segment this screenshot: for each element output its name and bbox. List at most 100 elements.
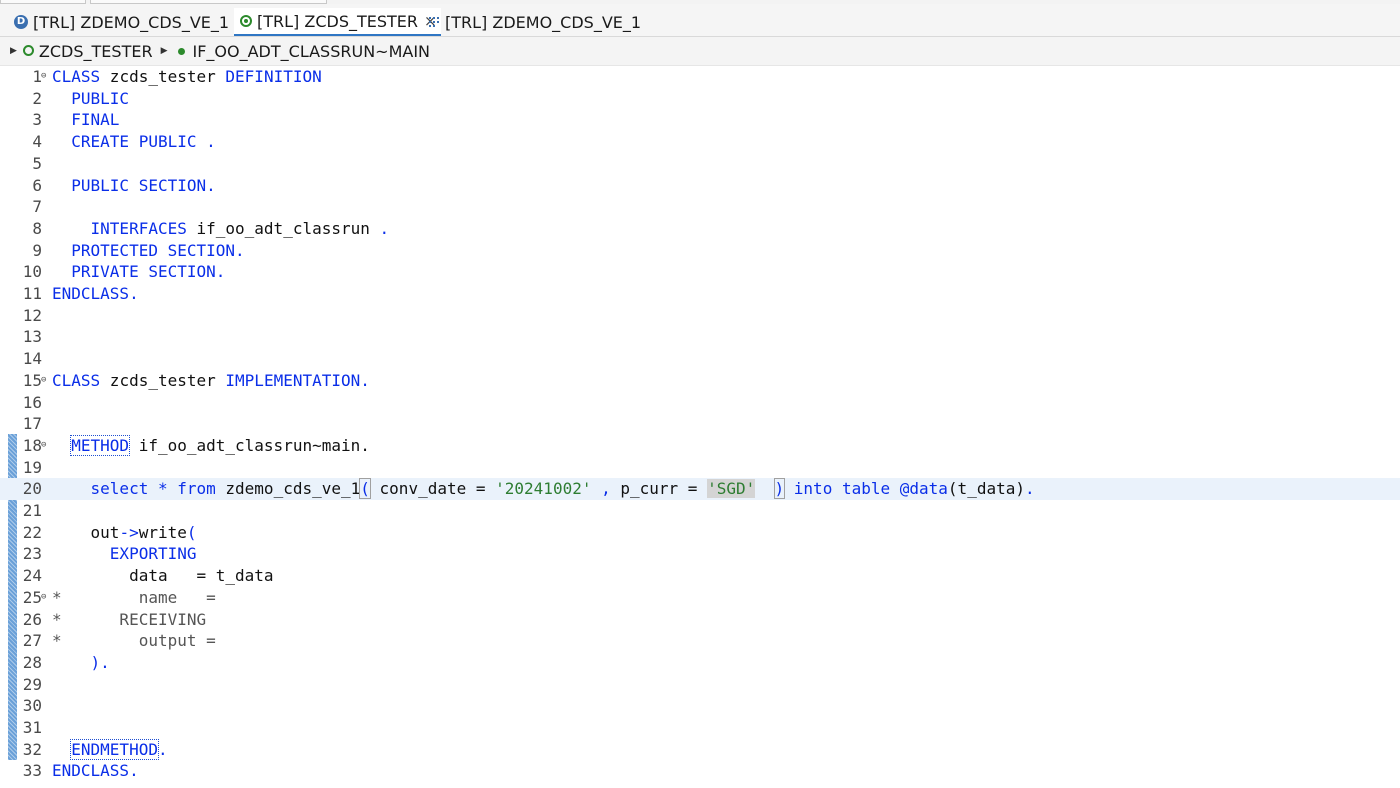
code-line[interactable]: 12 — [0, 305, 1400, 327]
class-icon — [240, 15, 252, 27]
code-text: PRIVATE SECTION. — [52, 261, 225, 283]
code-token: zcds_tester — [100, 67, 226, 86]
line-number: 18 — [22, 435, 42, 455]
code-line[interactable]: 17 — [0, 413, 1400, 435]
code-line[interactable]: 11 ENDCLASS. — [0, 283, 1400, 305]
code-line[interactable]: 7 — [0, 196, 1400, 218]
code-token: PUBLIC — [52, 88, 130, 108]
code-line[interactable]: 13 — [0, 326, 1400, 348]
code-line[interactable]: 21 — [0, 500, 1400, 522]
code-line[interactable]: 33 ENDCLASS. — [0, 760, 1400, 782]
code-token: data — [909, 479, 948, 499]
code-line[interactable]: 15 ⊖ CLASS zcds_tester IMPLEMENTATION. — [0, 370, 1400, 392]
code-text: ). — [52, 652, 110, 674]
line-number: 17 — [22, 414, 42, 434]
breadcrumb-method[interactable]: IF_OO_ADT_CLASSRUN~MAIN — [193, 42, 431, 61]
code-token: EXPORTING — [52, 544, 197, 564]
code-line[interactable]: 9 PROTECTED SECTION. — [0, 240, 1400, 262]
code-line[interactable]: 14 — [0, 348, 1400, 370]
code-token: * output = — [52, 631, 216, 651]
code-line[interactable]: 30 — [0, 695, 1400, 717]
data-preview-icon — [428, 16, 440, 28]
code-line[interactable]: 32 ENDMETHOD. — [0, 738, 1400, 761]
line-number: 10 — [22, 262, 42, 282]
code-line[interactable]: 28 ). — [0, 652, 1400, 674]
code-line[interactable]: 29 — [0, 674, 1400, 696]
line-number: 33 — [22, 761, 42, 781]
breadcrumb-arrow-icon[interactable]: ▶ — [161, 46, 168, 56]
code-text: METHOD if_oo_adt_classrun~main. — [52, 434, 370, 457]
code-token: FINAL — [52, 110, 120, 130]
abap-editor-window: D [TRL] ZDEMO_CDS_VE_1 [TRL] ZCDS_TESTER… — [0, 0, 1400, 788]
breadcrumb-arrow-icon[interactable]: ▶ — [10, 46, 17, 56]
line-number: 16 — [22, 392, 42, 412]
code-line[interactable]: 26 * RECEIVING — [0, 609, 1400, 631]
code-token: ENDMETHOD — [70, 738, 159, 760]
code-text: ENDMETHOD. — [52, 738, 168, 761]
line-number: 13 — [22, 327, 42, 347]
code-token: if_oo_adt_classrun — [186, 218, 380, 238]
code-line[interactable]: 3 FINAL — [0, 109, 1400, 131]
code-text: CLASS zcds_tester DEFINITION — [52, 66, 322, 88]
line-number: 11 — [22, 284, 42, 303]
code-line[interactable]: 10 PRIVATE SECTION. — [0, 261, 1400, 283]
code-token: * RECEIVING — [52, 609, 207, 629]
code-line[interactable]: 8 INTERFACES if_oo_adt_classrun . — [0, 218, 1400, 240]
breadcrumb: ▶ ZCDS_TESTER ▶ IF_OO_ADT_CLASSRUN~MAIN — [0, 37, 1400, 66]
code-line[interactable]: 5 — [0, 153, 1400, 175]
line-number: 12 — [22, 305, 42, 325]
fold-toggle-icon[interactable]: ⊖ — [41, 66, 46, 88]
code-line[interactable]: 16 — [0, 392, 1400, 414]
code-token: CLASS — [52, 370, 101, 390]
tab-zdemo-cds-ve-1-ddl[interactable]: D [TRL] ZDEMO_CDS_VE_1 — [14, 8, 229, 36]
line-number: 28 — [22, 652, 42, 672]
code-line[interactable]: 24 data = t_data — [0, 565, 1400, 587]
code-line[interactable]: 31 — [0, 717, 1400, 739]
code-line[interactable]: 25 ⊖ * name = — [0, 587, 1400, 609]
code-text: ENDCLASS. — [52, 283, 139, 305]
code-text: CREATE PUBLIC . — [52, 131, 216, 153]
code-text: PROTECTED SECTION. — [52, 240, 244, 262]
code-editor[interactable]: 1 ⊖ CLASS zcds_tester DEFINITION 2 PUBLIC 3 … — [0, 66, 1400, 788]
code-token: conv_date = — [369, 479, 496, 499]
code-line[interactable]: 18 ⊖ METHOD if_oo_adt_classrun~main. — [0, 434, 1400, 457]
code-line[interactable]: 20 select * from zdemo_cds_ve_1( conv_da… — [0, 478, 1400, 500]
code-token: zdemo_cds_ve_1 — [215, 479, 361, 499]
line-number: 6 — [32, 175, 42, 195]
line-number: 21 — [22, 501, 42, 520]
line-number: 14 — [22, 349, 42, 369]
code-text: select * from zdemo_cds_ve_1( conv_date … — [52, 478, 1035, 500]
code-line[interactable]: 19 — [0, 457, 1400, 479]
fold-toggle-icon[interactable]: ⊖ — [41, 435, 46, 457]
code-line[interactable]: 1 ⊖ CLASS zcds_tester DEFINITION — [0, 66, 1400, 88]
line-number: 29 — [22, 674, 42, 694]
tab-zdemo-cds-ve-1-preview[interactable]: [TRL] ZDEMO_CDS_VE_1 — [428, 8, 641, 36]
code-line[interactable]: 2 PUBLIC — [0, 88, 1400, 110]
code-token: ENDCLASS. — [52, 761, 139, 781]
code-token: . — [157, 739, 168, 759]
code-text: PUBLIC — [52, 88, 129, 110]
code-line[interactable]: 6 PUBLIC SECTION. — [0, 175, 1400, 197]
code-token: '20241002' — [495, 479, 592, 499]
fold-toggle-icon[interactable]: ⊖ — [41, 370, 46, 392]
code-line[interactable]: 23 EXPORTING — [0, 543, 1400, 565]
line-number: 20 — [22, 479, 42, 499]
code-text: data = t_data — [52, 565, 274, 587]
line-number: 1 — [32, 67, 42, 86]
code-token: PUBLIC SECTION. — [52, 175, 216, 195]
line-number: 23 — [22, 544, 42, 564]
code-line[interactable]: 4 CREATE PUBLIC . — [0, 131, 1400, 153]
code-token: p_curr = — [620, 479, 708, 499]
breadcrumb-class[interactable]: ZCDS_TESTER — [39, 42, 153, 61]
line-number: 15 — [22, 370, 42, 390]
editor-tab-bar: D [TRL] ZDEMO_CDS_VE_1 [TRL] ZCDS_TESTER… — [0, 4, 1400, 37]
code-token: (t_data) — [947, 479, 1025, 499]
fold-toggle-icon[interactable]: ⊖ — [41, 587, 46, 609]
code-text: * name = — [52, 587, 216, 609]
tab-zcds-tester[interactable]: [TRL] ZCDS_TESTER × — [234, 8, 441, 36]
code-line[interactable]: 22 out->write( — [0, 522, 1400, 544]
code-line[interactable]: 27 * output = — [0, 630, 1400, 652]
code-token: METHOD — [70, 434, 131, 456]
tab-label: [TRL] ZDEMO_CDS_VE_1 — [33, 12, 230, 32]
